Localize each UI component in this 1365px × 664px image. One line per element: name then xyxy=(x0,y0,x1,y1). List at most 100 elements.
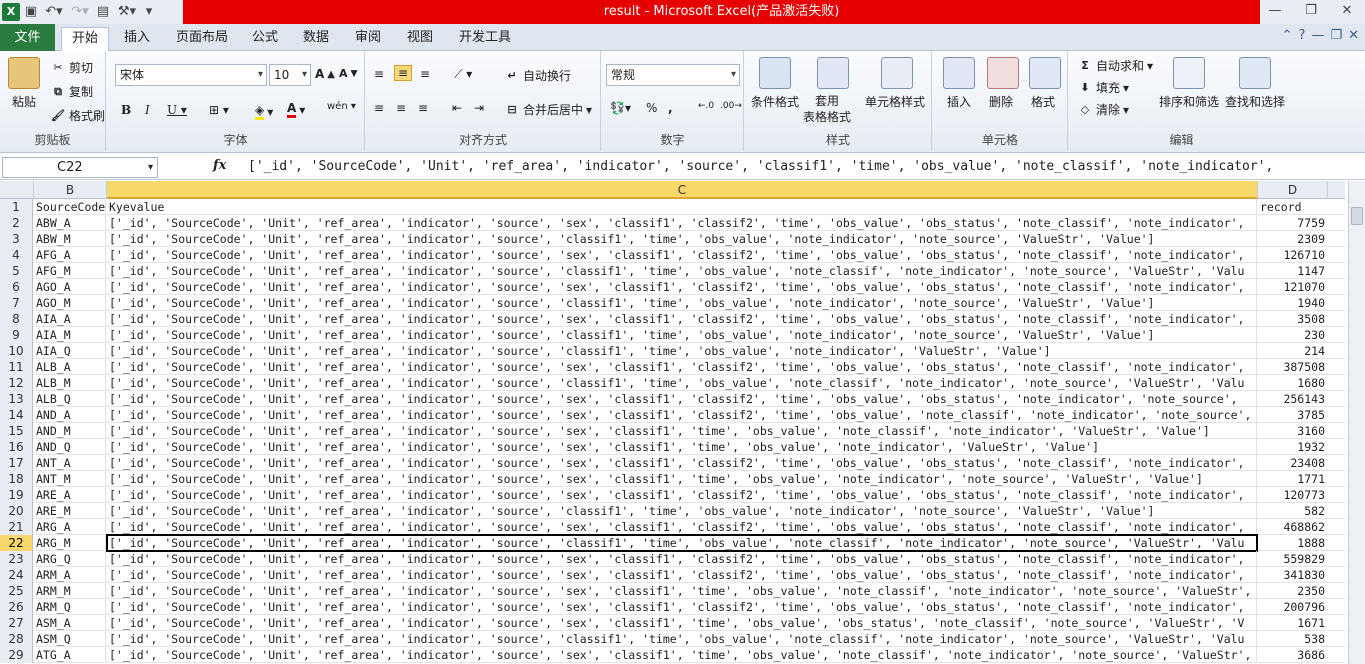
font-color-icon[interactable]: A ▾ xyxy=(287,101,305,118)
tab-page-layout[interactable]: 页面布局 xyxy=(170,27,234,51)
format-painter-button[interactable]: 🖌 格式刷 xyxy=(50,107,105,124)
underline-icon[interactable]: U ▾ xyxy=(167,103,187,117)
cell-b[interactable]: AGO_M xyxy=(34,295,106,311)
select-all-corner[interactable] xyxy=(0,181,34,199)
table-format-button[interactable]: 套用 表格格式 xyxy=(803,93,851,125)
cell-b[interactable]: ANT_A xyxy=(34,455,106,471)
font-name-select[interactable]: 宋体 xyxy=(115,64,267,86)
copy-button[interactable]: ⧉ 复制 xyxy=(50,83,93,100)
increase-indent-icon[interactable]: ⇥ xyxy=(474,101,484,115)
cell-b[interactable]: ARE_A xyxy=(34,487,106,503)
row-header[interactable]: 18 xyxy=(0,471,33,487)
cell-c[interactable]: ['_id', 'SourceCode', 'Unit', 'ref_area'… xyxy=(107,599,1257,615)
cell-c[interactable]: ['_id', 'SourceCode', 'Unit', 'ref_area'… xyxy=(107,519,1257,535)
cell-b[interactable]: AFG_M xyxy=(34,263,106,279)
cell-b[interactable]: ATG_A xyxy=(34,647,106,663)
cell-b[interactable]: ABW_M xyxy=(34,231,106,247)
cell-b[interactable]: AFG_A xyxy=(34,247,106,263)
cell-c[interactable]: ['_id', 'SourceCode', 'Unit', 'ref_area'… xyxy=(107,359,1257,375)
cell-style-icon[interactable] xyxy=(881,57,913,89)
row-header[interactable]: 9 xyxy=(0,327,33,343)
phonetic-icon[interactable]: wén ▾ xyxy=(327,101,356,112)
row-header[interactable]: 8 xyxy=(0,311,33,327)
cell-c[interactable]: ['_id', 'SourceCode', 'Unit', 'ref_area'… xyxy=(107,375,1257,391)
cell-b[interactable]: ASM_A xyxy=(34,615,106,631)
cell-c[interactable]: ['_id', 'SourceCode', 'Unit', 'ref_area'… xyxy=(107,439,1257,455)
row-header[interactable]: 17 xyxy=(0,455,33,471)
format-cells-button[interactable]: 格式 xyxy=(1031,93,1055,110)
tab-file[interactable]: 文件 xyxy=(0,24,55,51)
row-header[interactable]: 5 xyxy=(0,263,33,279)
cell-c[interactable]: ['_id', 'SourceCode', 'Unit', 'ref_area'… xyxy=(107,487,1257,503)
cell-b[interactable]: ARM_M xyxy=(34,583,106,599)
cell-c[interactable]: ['_id', 'SourceCode', 'Unit', 'ref_area'… xyxy=(107,551,1257,567)
cell-b[interactable]: ALB_A xyxy=(34,359,106,375)
cell-d[interactable]: 1147 xyxy=(1258,263,1328,279)
sort-filter-button[interactable]: 排序和筛选 xyxy=(1159,93,1219,110)
wb-close-icon[interactable]: ✕ xyxy=(1348,28,1359,43)
cell-d[interactable]: 468862 xyxy=(1258,519,1328,535)
cell-b[interactable]: AIA_M xyxy=(34,327,106,343)
cell-c[interactable]: ['_id', 'SourceCode', 'Unit', 'ref_area'… xyxy=(107,407,1257,423)
shrink-font-icon[interactable]: A ▼ xyxy=(339,67,358,80)
ribbon-collapse-icon[interactable]: ⌃ xyxy=(1282,28,1293,43)
insert-cells-button[interactable]: 插入 xyxy=(947,93,971,110)
cell-d[interactable]: 3160 xyxy=(1258,423,1328,439)
tab-home[interactable]: 开始 xyxy=(61,27,109,52)
help-icon[interactable]: ? xyxy=(1299,28,1306,43)
row-header[interactable]: 20 xyxy=(0,503,33,519)
align-right-icon[interactable]: ≡ xyxy=(418,101,428,115)
decrease-indent-icon[interactable]: ⇤ xyxy=(452,101,462,115)
cell-c[interactable]: ['_id', 'SourceCode', 'Unit', 'ref_area'… xyxy=(107,455,1257,471)
cell-d[interactable]: 214 xyxy=(1258,343,1328,359)
cell-d[interactable]: 121070 xyxy=(1258,279,1328,295)
cell-d[interactable]: 1888 xyxy=(1258,535,1328,551)
row-header[interactable]: 15 xyxy=(0,423,33,439)
minimize-icon[interactable]: — xyxy=(1257,0,1293,24)
row-header[interactable]: 14 xyxy=(0,407,33,423)
undo-icon[interactable]: ↶▾ xyxy=(42,3,66,21)
customize-qat-icon[interactable]: ▾ xyxy=(142,3,156,21)
column-header-c[interactable]: C xyxy=(107,181,1258,199)
tab-developer[interactable]: 开发工具 xyxy=(452,27,518,51)
cell-d[interactable]: 341830 xyxy=(1258,567,1328,583)
cell-c[interactable]: ['_id', 'SourceCode', 'Unit', 'ref_area'… xyxy=(107,423,1257,439)
cell-b[interactable]: ABW_A xyxy=(34,215,106,231)
delete-cells-button[interactable]: 删除 xyxy=(989,93,1013,110)
cell-d[interactable]: 1680 xyxy=(1258,375,1328,391)
align-middle-icon[interactable]: ≡ xyxy=(394,65,413,81)
font-size-select[interactable]: 10 xyxy=(269,64,311,86)
row-header[interactable]: 10 xyxy=(0,343,33,359)
row-header[interactable]: 3 xyxy=(0,231,33,247)
cut-button[interactable]: ✂ 剪切 xyxy=(50,59,93,76)
align-left-icon[interactable]: ≡ xyxy=(374,101,384,115)
cell-c[interactable]: ['_id', 'SourceCode', 'Unit', 'ref_area'… xyxy=(107,263,1257,279)
row-header[interactable]: 28 xyxy=(0,631,33,647)
cell-d[interactable]: 23408 xyxy=(1258,455,1328,471)
cell-b[interactable]: AND_M xyxy=(34,423,106,439)
sort-filter-icon[interactable] xyxy=(1173,57,1205,89)
cell-b[interactable]: AGO_A xyxy=(34,279,106,295)
cell-b[interactable]: ASM_Q xyxy=(34,631,106,647)
cell-b[interactable]: ARG_A xyxy=(34,519,106,535)
paste-icon[interactable] xyxy=(8,57,40,89)
cell-c[interactable]: ['_id', 'SourceCode', 'Unit', 'ref_area'… xyxy=(107,327,1257,343)
row-header[interactable]: 19 xyxy=(0,487,33,503)
cell-c[interactable]: ['_id', 'SourceCode', 'Unit', 'ref_area'… xyxy=(107,247,1257,263)
cell-b[interactable]: AIA_Q xyxy=(34,343,106,359)
comma-icon[interactable]: , xyxy=(668,101,673,115)
cell-c[interactable]: ['_id', 'SourceCode', 'Unit', 'ref_area'… xyxy=(107,311,1257,327)
grow-font-icon[interactable]: A ▲ xyxy=(315,67,335,81)
cell-b[interactable]: AND_Q xyxy=(34,439,106,455)
cell-c[interactable]: Kyevalue xyxy=(107,199,1257,215)
cell-c[interactable]: ['_id', 'SourceCode', 'Unit', 'ref_area'… xyxy=(107,615,1257,631)
tab-insert[interactable]: 插入 xyxy=(116,27,158,51)
row-header[interactable]: 1 xyxy=(0,199,33,215)
name-box[interactable]: C22 xyxy=(2,157,158,178)
find-select-icon[interactable] xyxy=(1239,57,1271,89)
cell-c[interactable]: ['_id', 'SourceCode', 'Unit', 'ref_area'… xyxy=(107,503,1257,519)
row-header[interactable]: 27 xyxy=(0,615,33,631)
tab-review[interactable]: 审阅 xyxy=(348,27,388,51)
cell-c[interactable]: ['_id', 'SourceCode', 'Unit', 'ref_area'… xyxy=(107,343,1257,359)
cell-d[interactable]: 559829 xyxy=(1258,551,1328,567)
